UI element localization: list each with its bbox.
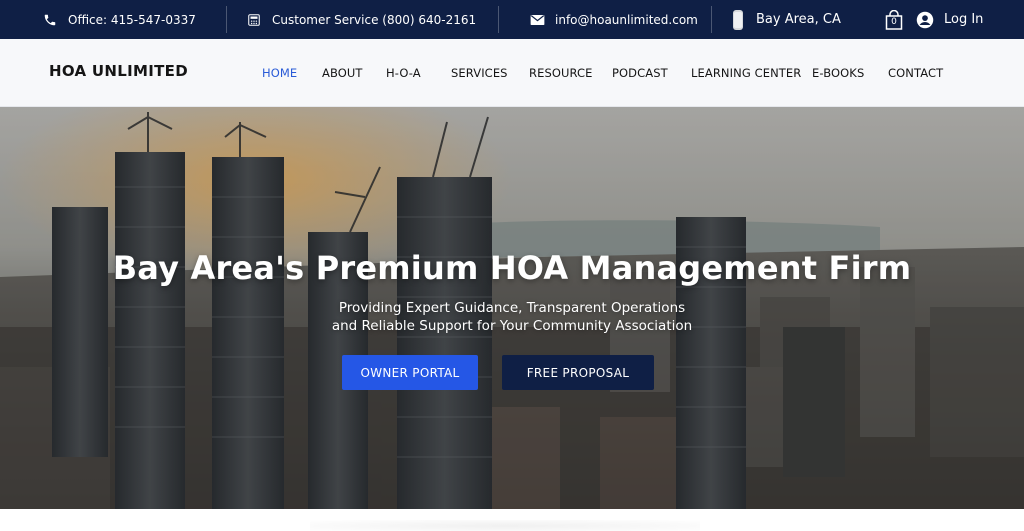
top-bar-divider	[498, 6, 499, 33]
email-label: info@hoaunlimited.com	[555, 12, 698, 27]
email-link[interactable]: info@hoaunlimited.com	[529, 0, 698, 39]
owner-portal-button[interactable]: OWNER PORTAL	[342, 355, 478, 390]
office-phone[interactable]: Office: 415-547-0337	[42, 0, 196, 39]
calculator-icon	[246, 12, 262, 28]
main-navbar: HOA UNLIMITED HOME ABOUT H-O-A SERVICES …	[0, 39, 1024, 107]
nav-item-learning-center[interactable]: LEARNING CENTER	[691, 66, 801, 80]
nav-item-services[interactable]: SERVICES	[451, 66, 508, 80]
nav-item-hoa[interactable]: H-O-A	[386, 66, 421, 80]
nav-item-ebooks[interactable]: E-BOOKS	[812, 66, 864, 80]
owner-portal-button-label: OWNER PORTAL	[360, 365, 460, 380]
customer-service-label: Customer Service (800) 640-2161	[272, 12, 477, 27]
nav-item-podcast[interactable]: PODCAST	[612, 66, 668, 80]
free-proposal-button-label: FREE PROPOSAL	[526, 365, 630, 380]
hero-section: Bay Area's Premium HOA Management Firm P…	[0, 107, 1024, 509]
cart-button[interactable]: 0	[885, 0, 903, 39]
phone-icon	[42, 12, 58, 28]
login-button[interactable]: Log In	[916, 0, 983, 39]
envelope-icon	[529, 12, 545, 28]
top-bar-divider	[226, 6, 227, 33]
nav-item-resource[interactable]: RESOURCE	[529, 66, 593, 80]
section-shadow	[310, 520, 700, 531]
hero-subtitle-line-2: and Reliable Support for Your Community …	[331, 318, 693, 334]
free-proposal-button[interactable]: FREE PROPOSAL	[502, 355, 654, 390]
top-bar-divider	[711, 6, 712, 33]
cart-count: 0	[891, 16, 897, 27]
office-phone-label: Office: 415-547-0337	[68, 12, 196, 27]
user-icon	[916, 11, 934, 29]
top-bar: Office: 415-547-0337 Customer Service (8…	[0, 0, 1024, 39]
location: Bay Area, CA	[730, 0, 841, 39]
nav-item-home[interactable]: HOME	[262, 66, 297, 80]
login-label: Log In	[944, 12, 984, 27]
hero-title: Bay Area's Premium HOA Management Firm	[112, 249, 912, 287]
nav-item-about[interactable]: ABOUT	[322, 66, 363, 80]
cart-icon: 0	[885, 9, 903, 30]
building-icon	[730, 9, 746, 30]
customer-service[interactable]: Customer Service (800) 640-2161	[246, 0, 476, 39]
location-label: Bay Area, CA	[756, 12, 841, 27]
hero-subtitle-line-1: Providing Expert Guidance, Transparent O…	[338, 300, 686, 316]
hero-subtitle: Providing Expert Guidance, Transparent O…	[0, 299, 1024, 335]
nav-item-contact[interactable]: CONTACT	[888, 66, 943, 80]
primary-nav: HOME ABOUT H-O-A SERVICES RESOURCE PODCA…	[0, 39, 1024, 107]
